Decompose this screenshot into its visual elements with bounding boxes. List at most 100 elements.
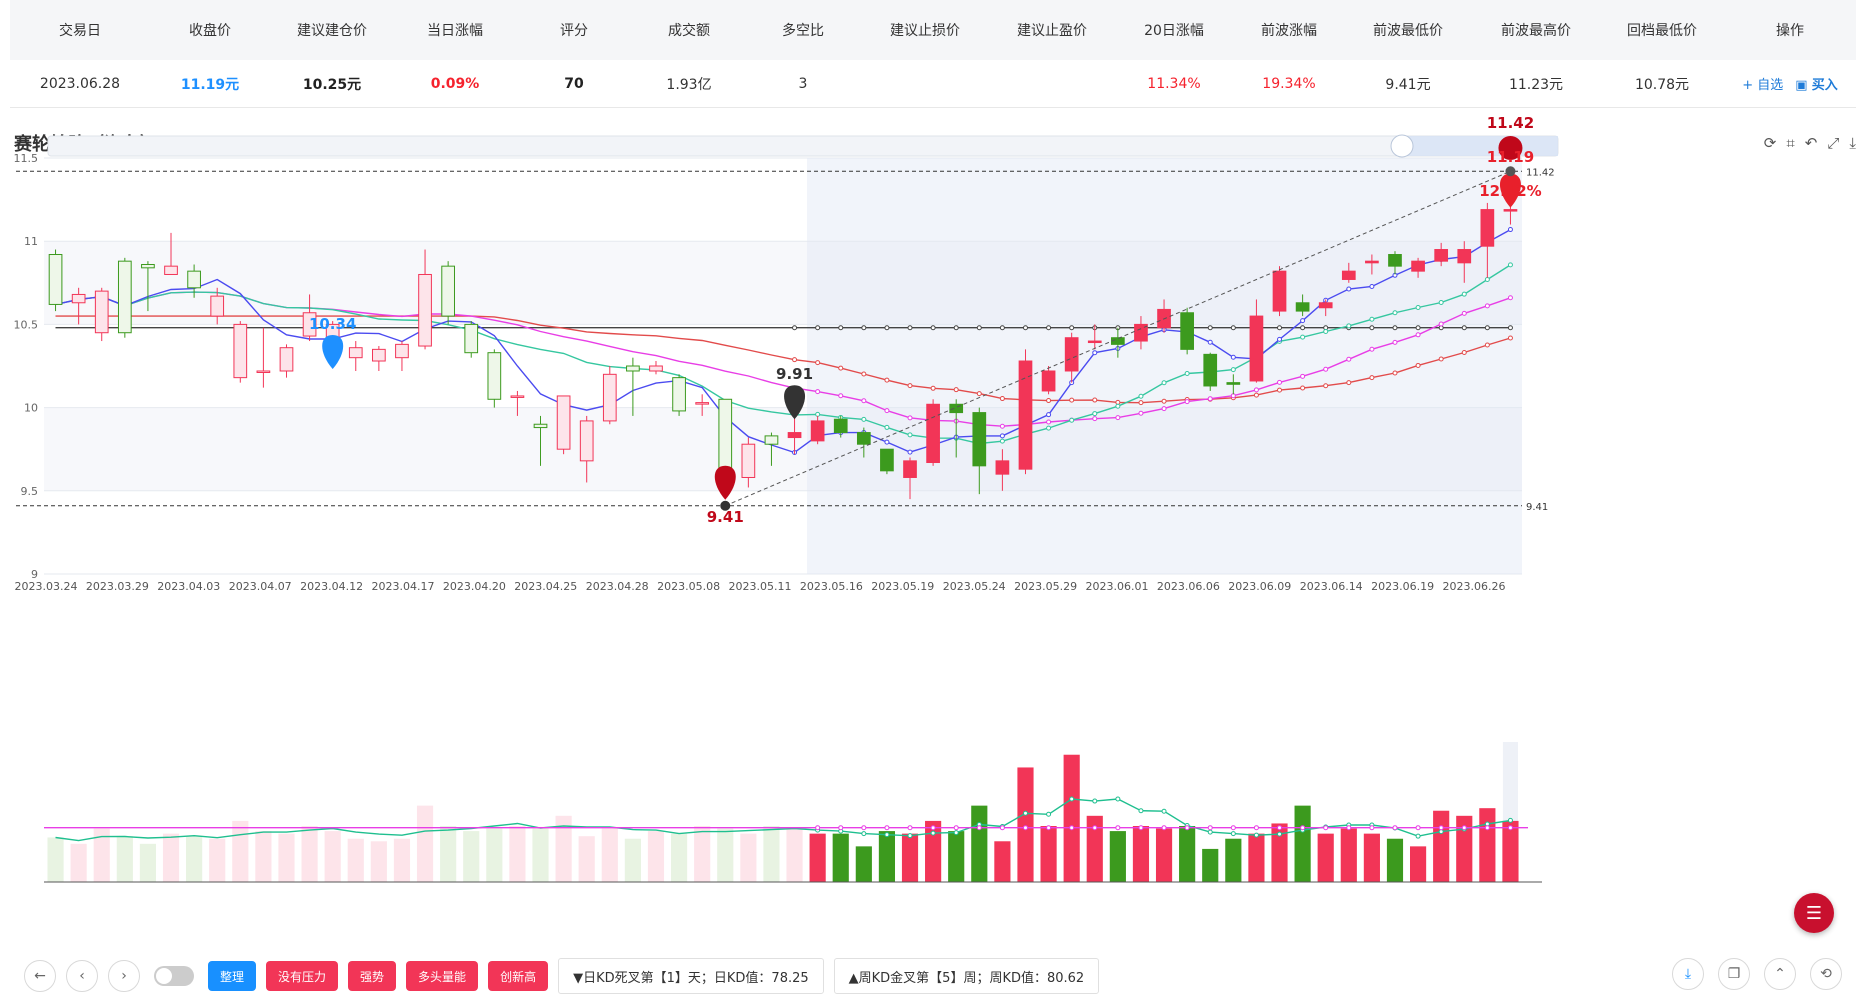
volume-bar [878, 831, 896, 882]
volume-bar [971, 805, 988, 882]
cell-gain20: 11.34% [1147, 75, 1201, 92]
candle-body [1018, 360, 1033, 470]
prev-button[interactable]: ‹ [66, 960, 98, 992]
candle-body [256, 370, 271, 373]
candle-body [418, 273, 432, 347]
ma18-line-point [1138, 393, 1144, 399]
volume-bar [1040, 826, 1057, 882]
candle-body [487, 352, 502, 400]
x-tick-label: 2023.03.24 [15, 580, 78, 593]
candle-body [1411, 260, 1425, 272]
ma31-line-point [1022, 421, 1028, 427]
refresh-button[interactable]: ⟲ [1810, 958, 1842, 990]
volume-bar [1317, 833, 1334, 882]
chart-toolbox: ⟳ ⌗ ↶ ⤢ ⤓ [1764, 134, 1856, 152]
volume-ma5-point [1115, 796, 1121, 802]
tag-nopress-button[interactable]: 没有压力 [266, 961, 339, 991]
trend-line [725, 170, 1511, 507]
legend-ma5[interactable]: MA5 [779, 136, 832, 150]
volume-ma5-point [1230, 831, 1236, 837]
ma31-line-point [815, 389, 821, 395]
next-button[interactable]: › [108, 960, 140, 992]
volume-bar [278, 833, 295, 882]
ma31-line-point [792, 385, 798, 391]
tag-strong-button[interactable]: 强势 [348, 961, 397, 991]
ma18-line-point [1484, 276, 1490, 282]
left-value-label: 10.34 [309, 315, 356, 333]
volume-bar [232, 820, 249, 882]
kline-chart[interactable]: 11.51110.5109.592023.03.24 2023.03.29 2023… [0, 0, 1866, 900]
volume-bar [670, 833, 688, 882]
legend-ma18[interactable]: MA18 [848, 136, 908, 150]
top-circle-marker [1498, 136, 1523, 160]
data-zoom-window [1402, 136, 1558, 156]
volume-bar [393, 838, 411, 882]
volume-bar [901, 833, 919, 882]
volume-bar [1479, 808, 1496, 882]
tag-sort-button[interactable]: 整理 [208, 961, 257, 991]
candle-body [626, 365, 640, 372]
table-header: 交易日 收盘价 建议建仓价 当日涨幅 评分 成交额 多空比 建议止损价 建议止盈价 20日涨幅 前波… [10, 0, 1856, 60]
volume-ma-long-point [884, 825, 890, 831]
volume-bar [832, 833, 849, 882]
back-button[interactable]: ← [24, 960, 56, 992]
legend-ma250[interactable]: MA250 [1075, 136, 1144, 150]
buy-button[interactable]: ▣ 买入 [1795, 74, 1837, 93]
volume-ma5-point [815, 827, 821, 833]
volume-bar [1109, 831, 1126, 882]
x-tick-label: 2023.06.09 [1228, 580, 1291, 593]
x-tick-label: 2023.05.08 [657, 580, 720, 593]
volume-ma-long-point [838, 825, 844, 831]
ma5-line-point [907, 449, 913, 455]
x-tick-label: 2023.06.19 [1371, 580, 1434, 593]
header-cell: 当日涨幅 [427, 23, 483, 39]
table-row[interactable]: 2023.06.28 11.19元 10.25元 0.09% 70 1.93亿 … [10, 60, 1856, 108]
ma18-line-point [1438, 299, 1444, 305]
download-button[interactable]: ⤓ [1672, 958, 1704, 990]
header-cell: 前波最低价 [1373, 23, 1443, 39]
zoom-icon[interactable]: ⌗ [1786, 134, 1794, 152]
volume-bar [1248, 833, 1265, 882]
copy-button[interactable]: ❐ [1718, 958, 1750, 990]
scroll-top-button[interactable]: ⌃ [1764, 958, 1796, 990]
mode-toggle[interactable] [154, 966, 194, 986]
candle-body [71, 293, 86, 304]
candle-body [279, 347, 294, 372]
candle-body [1272, 270, 1287, 312]
tag-newhigh-button[interactable]: 创新高 [488, 961, 549, 991]
tag-bull-button[interactable]: 多头量能 [406, 961, 479, 991]
x-tick-label: 2023.06.14 [1300, 580, 1363, 593]
ma250-line-point [1392, 325, 1398, 331]
candle-body [141, 263, 155, 269]
ma18-line-point [1392, 310, 1398, 316]
chart-band [44, 241, 1522, 325]
candle-body [579, 420, 594, 462]
ma250-line-point [976, 325, 982, 331]
legend-ma31[interactable]: MA31 [923, 136, 984, 150]
cell-turnover: 1.93亿 [666, 76, 712, 93]
add-watchlist-button[interactable]: + 自选 [1742, 74, 1783, 93]
legend-ma250-label: MA250 [1101, 136, 1144, 150]
ma63-line-point [1392, 370, 1398, 376]
zoom-back-icon[interactable]: ↶ [1805, 134, 1818, 152]
ma18-line-point [907, 432, 913, 438]
expand-icon[interactable]: ⤢ [1827, 134, 1839, 152]
chart-band [44, 158, 1522, 242]
volume-ma5-point [1461, 826, 1467, 832]
volume-bar [925, 820, 942, 882]
volume-ma-long-point [1300, 825, 1306, 831]
restore-icon[interactable]: ⟳ [1764, 134, 1777, 152]
volume-bar [139, 843, 157, 882]
legend-k[interactable]: K [726, 136, 764, 150]
ma18-line-point [792, 412, 798, 418]
legend-ma63[interactable]: MA63 [999, 136, 1060, 150]
ma18-line-point [1184, 370, 1190, 376]
menu-fab-button[interactable]: ☰ [1794, 893, 1834, 933]
ma63-line-point [999, 396, 1005, 402]
volume-bar [1225, 838, 1242, 882]
volume-ma-long-point [1069, 825, 1075, 831]
save-image-icon[interactable]: ⤓ [1849, 134, 1856, 152]
volume-bar [694, 826, 711, 882]
cart-icon: ▣ [1795, 78, 1808, 93]
ma5-line-point [1184, 329, 1190, 335]
